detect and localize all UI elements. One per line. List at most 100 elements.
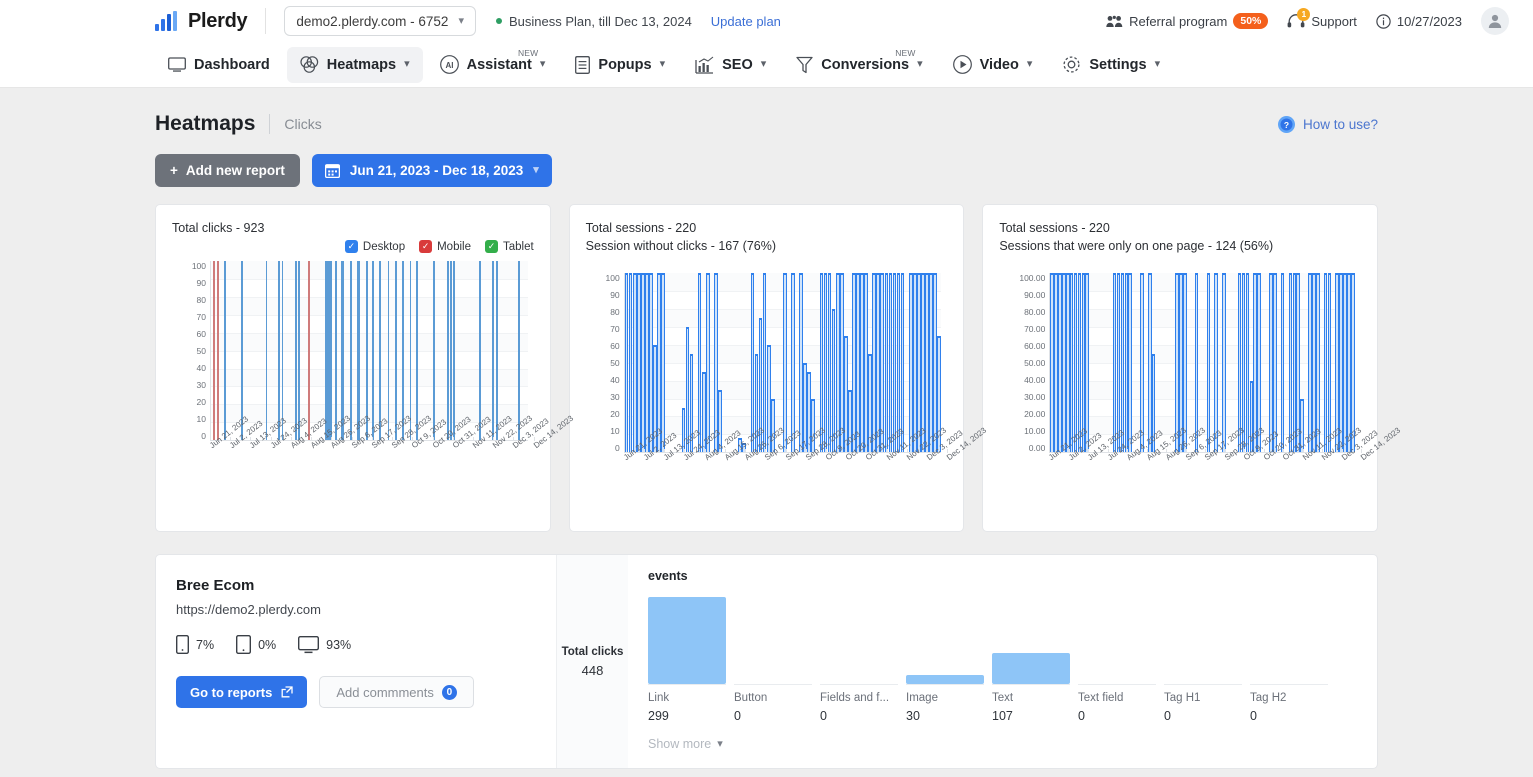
bar-chart-icon	[695, 56, 714, 74]
events-labels: Link 299 Button 0 Fields and f... 0 Image 30 Tex…	[648, 684, 1359, 723]
plerdy-logo[interactable]: Plerdy	[155, 10, 248, 33]
go-to-reports-button[interactable]: Go to reports	[176, 676, 308, 708]
events-label: Image	[906, 692, 938, 704]
add-comments-button[interactable]: Add commments 0	[319, 676, 474, 708]
chart-area-cap	[658, 273, 660, 276]
chart-area-cap	[650, 273, 652, 276]
events-value: 0	[1078, 709, 1085, 723]
chevron-down-icon: ▾	[760, 58, 767, 70]
date-range-picker[interactable]: Jun 21, 2023 - Dec 18, 2023 ▾	[311, 154, 552, 187]
nav-item-dashboard[interactable]: Dashboard	[155, 47, 283, 83]
events-bar-column	[992, 589, 1070, 684]
chart-area-cap	[1270, 273, 1272, 276]
total-clicks-value: 448	[581, 662, 604, 678]
nav-label: SEO	[722, 56, 753, 73]
y-tick-label: 60	[196, 329, 206, 340]
y-tick-label: 30	[610, 392, 620, 403]
chart-subtitle: Sessions that were only on one page - 12…	[999, 239, 1274, 254]
chart-area-segment	[661, 273, 665, 453]
chart-bar	[349, 261, 352, 441]
legend-item-desktop[interactable]: ✓ Desktop	[344, 240, 405, 254]
x-axis: Jun 21, 2023 Jul 2, 2023 Jul 13, 2023 Jul 2…	[622, 426, 989, 515]
chart-area-cap	[751, 273, 754, 276]
date-range-label: Jun 21, 2023 - Dec 18, 2023	[349, 163, 524, 178]
play-icon	[952, 55, 972, 74]
chart-area-cap	[873, 273, 876, 276]
show-more-button[interactable]: Show more ▾	[648, 737, 1359, 751]
chart-area-cap	[763, 273, 766, 276]
how-to-use-link[interactable]: ? How to use?	[1277, 115, 1378, 133]
chart-area-cap	[832, 309, 835, 312]
events-label-column: Text 107	[992, 684, 1070, 723]
chevron-down-icon: ▾	[404, 58, 410, 70]
nav-item-video[interactable]: Video ▾	[940, 47, 1046, 83]
report-info: Bree Ecom https://demo2.plerdy.com 7% 0%…	[156, 555, 556, 768]
referral-program-button[interactable]: Referral program 50%	[1106, 12, 1269, 30]
chart-area-cap	[1328, 273, 1331, 276]
events-label-column: Button 0	[734, 684, 812, 723]
events-bar-column	[1250, 589, 1328, 684]
events-label: Text field	[1078, 692, 1124, 704]
y-tick-label: 10	[610, 426, 620, 437]
chart-area-segment	[1194, 273, 1199, 453]
y-tick-label: 70	[610, 324, 620, 335]
chart-area-cap	[1297, 273, 1299, 276]
chart-area-cap	[901, 273, 904, 276]
svg-text:?: ?	[1284, 119, 1289, 129]
chart-area-cap	[625, 273, 628, 276]
chevron-down-icon: ▾	[1154, 58, 1161, 70]
device-desktop: 93%	[298, 635, 351, 654]
nav-item-assistant[interactable]: AI Assistant NEW ▾	[427, 47, 559, 83]
nav-item-heatmaps[interactable]: Heatmaps ▾	[286, 46, 423, 83]
events-value: 0	[820, 709, 827, 723]
toolbar: + Add new report Jun 21, 2023 - Dec 18, …	[145, 136, 1388, 187]
y-tick-label: 50	[196, 346, 206, 357]
y-tick-label: 20	[610, 409, 620, 420]
events-title: events	[648, 569, 688, 583]
chart-area-cap	[922, 273, 924, 276]
events-label: Link	[648, 692, 670, 704]
events-label-column: Link 299	[648, 684, 726, 723]
update-plan-link[interactable]: Update plan	[711, 14, 781, 29]
nav-item-conversions[interactable]: Conversions NEW ▾	[783, 47, 935, 83]
chart-area-cap	[767, 344, 770, 347]
checkbox-desktop[interactable]: ✓	[344, 240, 358, 254]
chart-area-segment	[1183, 273, 1187, 453]
chart-area-cap	[857, 273, 859, 276]
y-tick-label: 100	[191, 261, 206, 272]
checkbox-tablet[interactable]: ✓	[484, 240, 498, 254]
nav-item-settings[interactable]: Settings ▾	[1049, 47, 1173, 83]
device-value: 7%	[196, 637, 215, 652]
mobile-icon	[176, 635, 189, 654]
legend-item-mobile[interactable]: ✓ Mobile	[419, 240, 471, 254]
chevron-down-icon: ▾	[917, 58, 923, 70]
chart-card-sessions-without-clicks: Total sessions - 220 Session without cli…	[568, 204, 989, 532]
chart-area-cap	[885, 273, 888, 276]
add-new-report-button[interactable]: + Add new report	[155, 154, 300, 187]
chart-area-cap	[682, 407, 685, 410]
y-tick-label: 10	[196, 414, 206, 425]
y-tick-label: 100.00	[1019, 273, 1046, 284]
nav-item-popups[interactable]: Popups ▾	[562, 47, 678, 83]
chart-area-cap	[1180, 273, 1182, 276]
chart-area-cap	[828, 273, 831, 276]
chart-area-cap	[719, 389, 721, 392]
events-bar	[648, 596, 726, 684]
chart-bar	[492, 261, 494, 441]
checkbox-mobile[interactable]: ✓	[419, 240, 433, 254]
chart-area-cap	[1309, 273, 1311, 276]
chart-bar	[409, 261, 412, 441]
avatar[interactable]	[1481, 7, 1509, 35]
chart-area-cap	[1070, 273, 1073, 276]
chart-area-cap	[1078, 273, 1081, 276]
support-button[interactable]: 1 Support	[1287, 7, 1357, 29]
logo-bars-icon	[155, 11, 177, 31]
legend-item-tablet[interactable]: ✓ Tablet	[484, 240, 534, 254]
date-display[interactable]: 10/27/2023	[1376, 14, 1462, 29]
site-selector[interactable]: demo2.plerdy.com - 6752 ▾	[284, 6, 476, 36]
chart-bar	[371, 261, 374, 441]
chart-area-cap	[1340, 273, 1342, 276]
chart-bar	[478, 261, 481, 441]
nav-item-seo[interactable]: SEO ▾	[682, 47, 779, 83]
chart-area-cap	[917, 273, 920, 276]
